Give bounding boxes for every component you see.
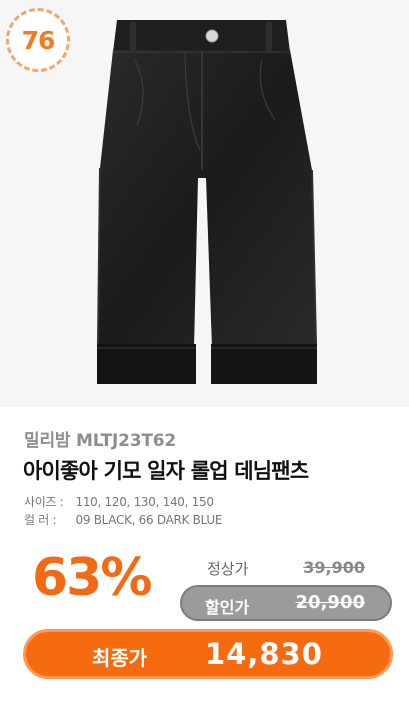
product-image-area[interactable]: 76	[0, 0, 409, 407]
brand-model-text: 밀리밤 MLTJ23T62	[24, 431, 177, 451]
size-spec: 사이즈 : 110, 120, 130, 140, 150	[24, 493, 214, 510]
discount-rate: 63%	[32, 548, 152, 608]
size-values: 110, 120, 130, 140, 150	[75, 495, 214, 509]
rank-badge: 76	[6, 8, 70, 72]
regular-price-label: 정상가	[207, 560, 249, 578]
color-label: 컬 러 :	[24, 513, 57, 527]
sale-price-label: 할인가	[205, 598, 250, 617]
sale-price: 20,900	[295, 592, 365, 613]
product-title[interactable]: 아이좋아 기모 일자 롤업 데님팬츠	[23, 455, 309, 485]
regular-price: 39,900	[303, 558, 365, 577]
final-price-label: 최종가	[92, 646, 148, 670]
size-label: 사이즈 :	[24, 495, 64, 509]
color-spec: 컬 러 : 09 BLACK, 66 DARK BLUE	[24, 511, 222, 528]
rank-number: 76	[21, 25, 56, 55]
color-values: 09 BLACK, 66 DARK BLUE	[75, 513, 223, 527]
final-price: 14,830	[205, 637, 323, 671]
